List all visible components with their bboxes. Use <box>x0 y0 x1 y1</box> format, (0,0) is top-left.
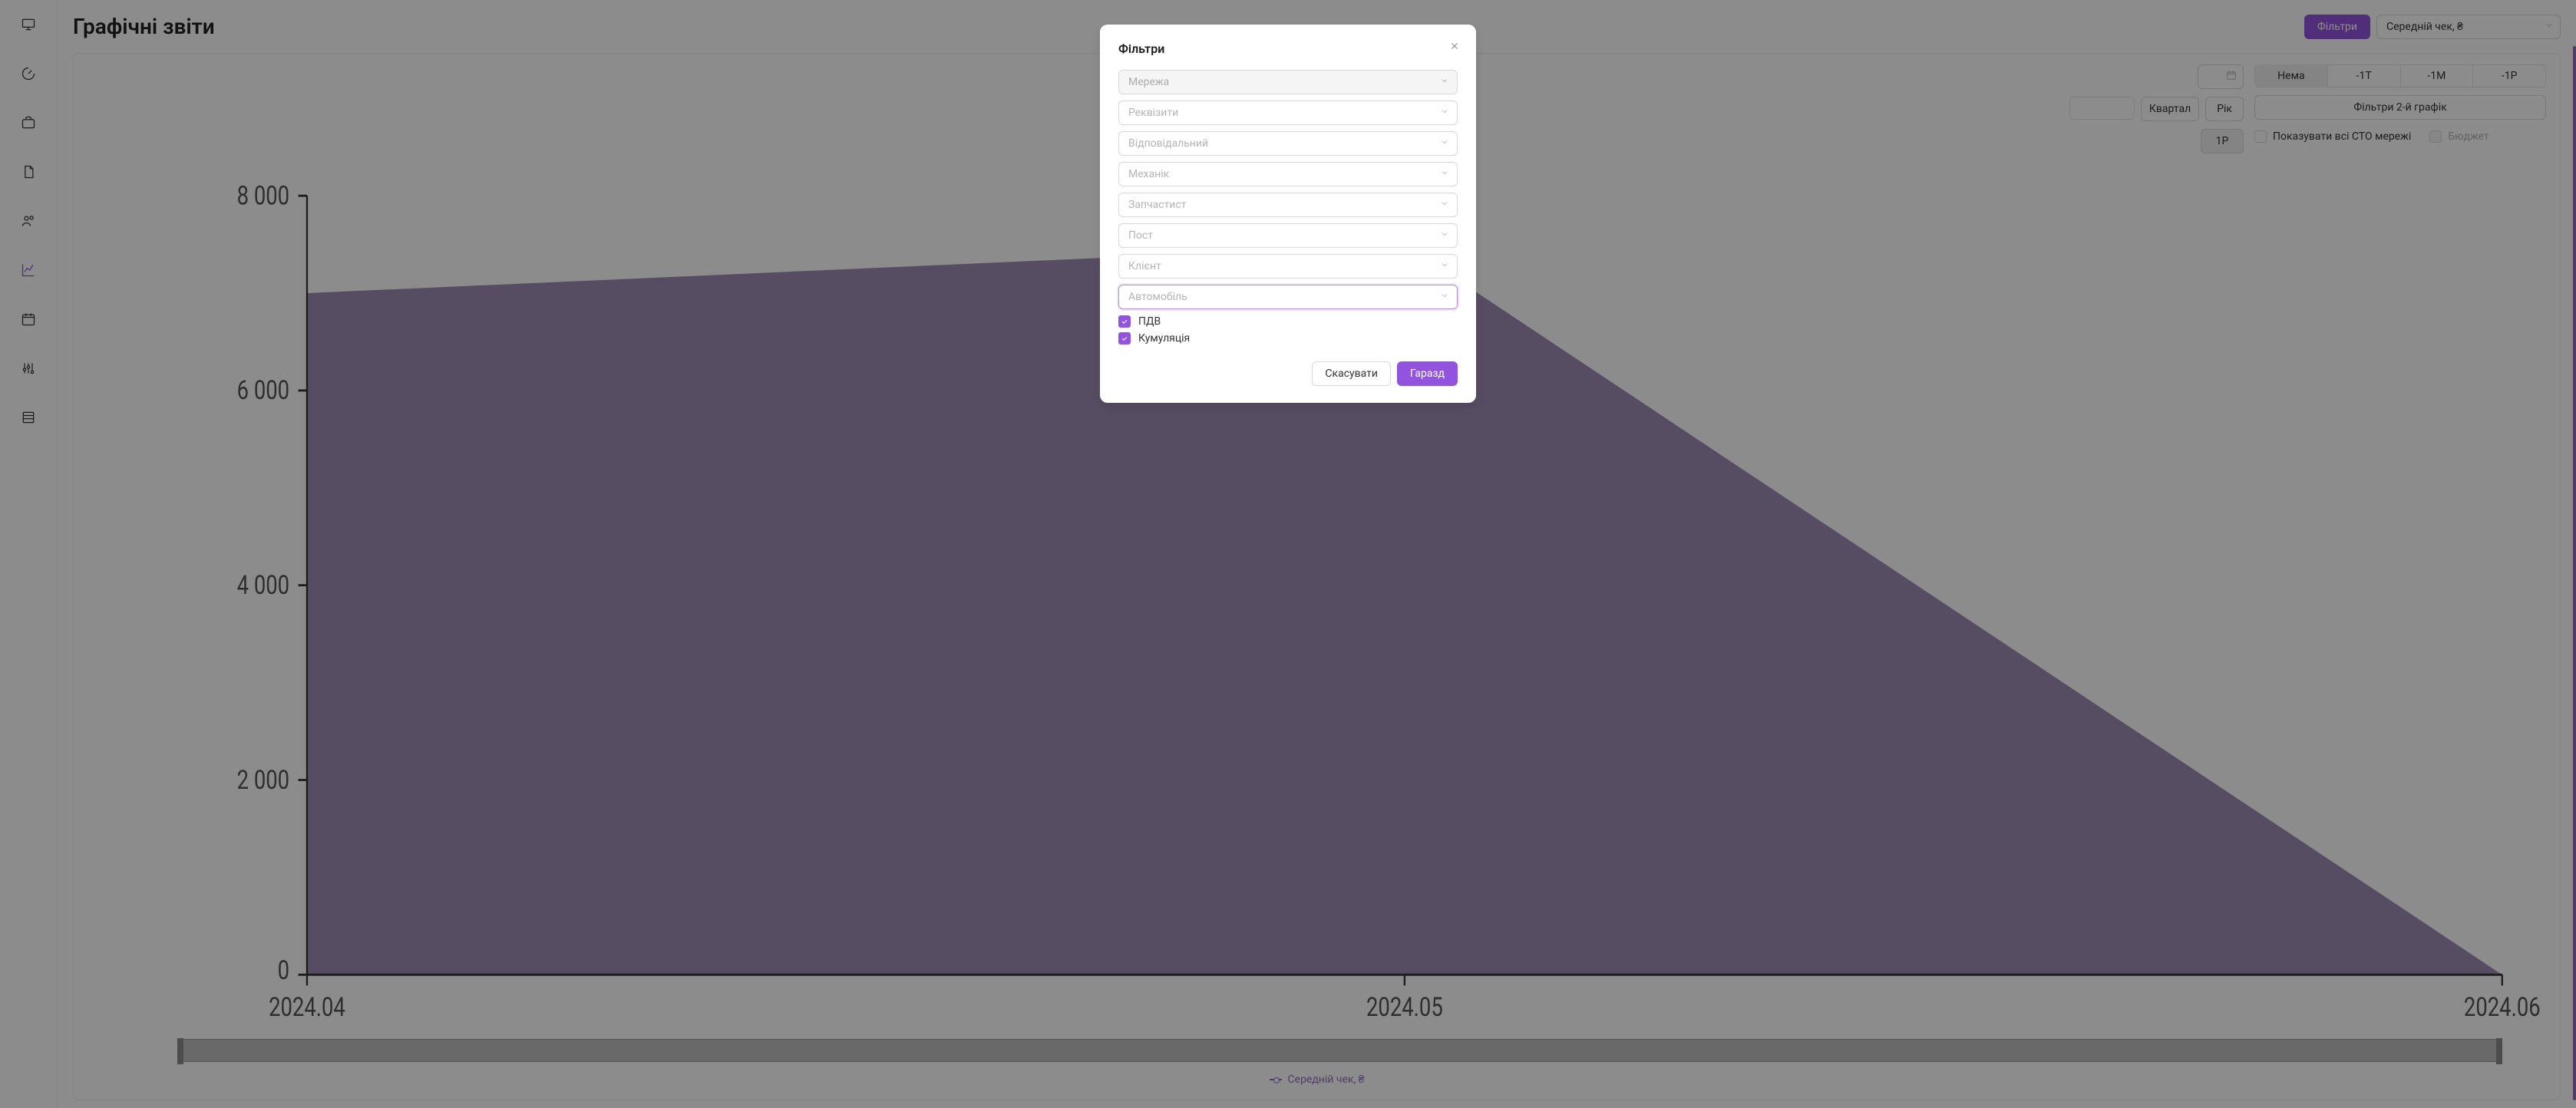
select-partsman-placeholder: Запчастист <box>1128 199 1186 211</box>
select-mechanic-placeholder: Механік <box>1128 168 1169 180</box>
select-requisites[interactable]: Реквізити <box>1118 101 1458 125</box>
select-mechanic[interactable]: Механік <box>1118 162 1458 186</box>
select-vehicle[interactable]: Автомобіль <box>1118 285 1458 309</box>
checkbox-checked-icon <box>1118 315 1131 328</box>
modal-title: Фільтри <box>1118 41 1458 56</box>
chevron-down-icon <box>1440 137 1449 150</box>
select-responsible-placeholder: Відповідальний <box>1128 137 1208 150</box>
ok-button[interactable]: Гаразд <box>1397 361 1458 386</box>
filters-modal: Фільтри Мережа Реквізити Відповідальний … <box>1100 25 1476 403</box>
checkbox-cumulation-label: Кумуляція <box>1138 332 1190 345</box>
select-client-placeholder: Клієнт <box>1128 260 1161 272</box>
chevron-down-icon <box>1440 199 1449 211</box>
checkbox-vat-label: ПДВ <box>1138 315 1161 328</box>
select-partsman[interactable]: Запчастист <box>1118 193 1458 217</box>
select-post-placeholder: Пост <box>1128 229 1153 242</box>
checkbox-checked-icon <box>1118 332 1131 345</box>
chevron-down-icon <box>1440 229 1449 242</box>
checkbox-vat[interactable]: ПДВ <box>1118 315 1458 328</box>
modal-overlay[interactable]: Фільтри Мережа Реквізити Відповідальний … <box>0 0 2576 1108</box>
select-vehicle-placeholder: Автомобіль <box>1128 291 1187 303</box>
chevron-down-icon <box>1440 260 1449 272</box>
select-client[interactable]: Клієнт <box>1118 254 1458 279</box>
chevron-down-icon <box>1440 291 1449 303</box>
chevron-down-icon <box>1440 107 1449 119</box>
modal-footer: Скасувати Гаразд <box>1118 361 1458 386</box>
close-icon <box>1449 41 1460 51</box>
chevron-down-icon <box>1440 76 1449 88</box>
close-button[interactable] <box>1445 37 1464 55</box>
cancel-button[interactable]: Скасувати <box>1312 361 1391 386</box>
select-post[interactable]: Пост <box>1118 223 1458 248</box>
chevron-down-icon <box>1440 168 1449 180</box>
checkbox-cumulation[interactable]: Кумуляція <box>1118 332 1458 345</box>
select-responsible[interactable]: Відповідальний <box>1118 131 1458 156</box>
select-requisites-placeholder: Реквізити <box>1128 107 1178 119</box>
select-network: Мережа <box>1118 70 1458 94</box>
select-network-placeholder: Мережа <box>1128 76 1169 88</box>
